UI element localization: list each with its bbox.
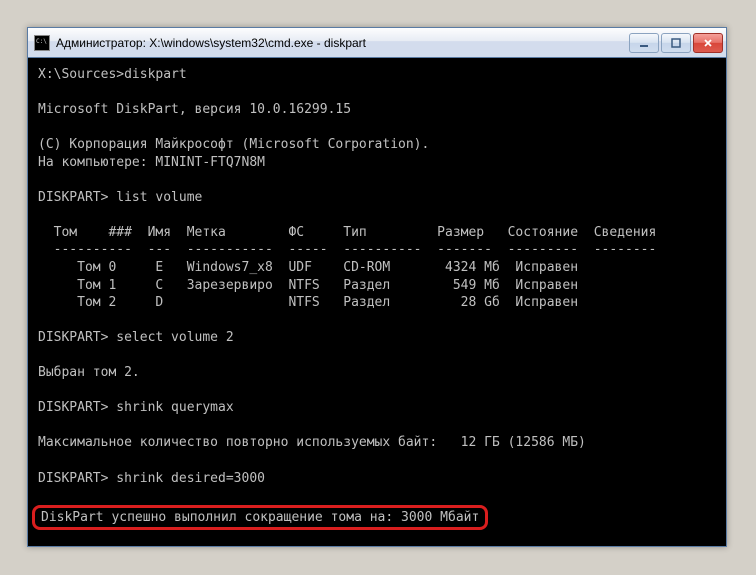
cmd-icon (34, 35, 50, 51)
console-line: Выбран том 2. (38, 365, 140, 380)
console-line: На компьютере: MININT-FTQ7N8M (38, 155, 265, 170)
window-title: Администратор: X:\windows\system32\cmd.e… (56, 36, 629, 50)
console-line: DISKPART> shrink querymax (38, 400, 234, 415)
window-controls (629, 33, 723, 53)
success-highlight: DiskPart успешно выполнил сокращение том… (32, 505, 488, 531)
console-line: Максимальное количество повторно использ… (38, 435, 586, 450)
titlebar[interactable]: Администратор: X:\windows\system32\cmd.e… (28, 28, 726, 58)
success-message: DiskPart успешно выполнил сокращение том… (41, 510, 479, 525)
table-row: Том 0 E Windows7_x8 UDF CD-ROM 4324 Мб И… (38, 260, 578, 275)
maximize-button[interactable] (661, 33, 691, 53)
table-header: Том ### Имя Метка ФС Тип Размер Состояни… (38, 225, 656, 240)
table-row: Том 1 C Зарезервиро NTFS Раздел 549 Мб И… (38, 278, 578, 293)
console-line: DISKPART> list volume (38, 190, 202, 205)
console-line: DISKPART> shrink desired=3000 (38, 471, 265, 486)
console-line: X:\Sources>diskpart (38, 67, 187, 82)
close-button[interactable] (693, 33, 723, 53)
console-line: DISKPART> select volume 2 (38, 330, 234, 345)
console-line: Microsoft DiskPart, версия 10.0.16299.15 (38, 102, 351, 117)
table-divider: ---------- --- ----------- ----- -------… (38, 242, 656, 257)
minimize-button[interactable] (629, 33, 659, 53)
command-prompt-window: Администратор: X:\windows\system32\cmd.e… (27, 27, 727, 547)
console-line: (C) Корпорация Майкрософт (Microsoft Cor… (38, 137, 429, 152)
console-output[interactable]: X:\Sources>diskpart Microsoft DiskPart, … (28, 58, 726, 546)
table-row: Том 2 D NTFS Раздел 28 Gб Исправен (38, 295, 578, 310)
